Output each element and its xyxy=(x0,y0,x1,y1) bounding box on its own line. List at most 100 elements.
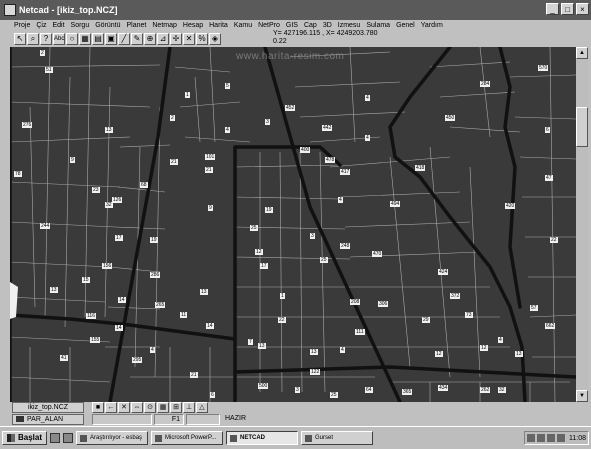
menu-proje[interactable]: Proje xyxy=(14,22,30,29)
parcel-label: 3 xyxy=(310,233,315,239)
menu-netpro[interactable]: NetPro xyxy=(258,22,280,29)
ortho-icon[interactable]: ⊥ xyxy=(183,402,195,413)
pointer-icon[interactable]: ↖ xyxy=(14,32,26,45)
menu-cap[interactable]: Cap xyxy=(304,22,317,29)
speaker-icon[interactable] xyxy=(557,434,565,442)
line-icon[interactable]: ╱ xyxy=(118,32,130,45)
menu-ciz[interactable]: Çiz xyxy=(36,22,46,29)
grid-icon[interactable]: ⊞ xyxy=(170,402,182,413)
parcel-label: 12 xyxy=(255,249,263,255)
measure-icon[interactable]: ⊿ xyxy=(157,32,169,45)
parcel-label: 4 xyxy=(340,347,345,353)
taskbar: Başlat Araştırılıyor - esbaş Microsoft P… xyxy=(0,426,591,449)
minimize-button[interactable]: _ xyxy=(546,3,559,15)
grid-icon[interactable]: ▦ xyxy=(79,32,91,45)
cross-snap-icon[interactable]: ✕ xyxy=(118,402,130,413)
select-icon[interactable]: ▣ xyxy=(105,32,117,45)
task-button-netcad[interactable]: NETCAD xyxy=(226,431,299,445)
close-button[interactable]: × xyxy=(576,3,589,15)
triangle-icon[interactable]: △ xyxy=(196,402,208,413)
maximize-button[interactable]: □ xyxy=(561,3,574,15)
target-icon[interactable]: ⊙ xyxy=(144,402,156,413)
coordinate-line-1: Y= 427196.115 , X= 4249203.780 xyxy=(273,30,378,37)
menu-kamu[interactable]: Kamu xyxy=(234,22,252,29)
snap-icon[interactable]: ◈ xyxy=(209,32,221,45)
scroll-thumb[interactable] xyxy=(576,107,588,147)
parcel-label: 21 xyxy=(170,159,178,165)
menu-genel[interactable]: Genel xyxy=(396,22,415,29)
layer-file-box[interactable]: ikiz_top.NCZ xyxy=(12,402,84,413)
task-button-browser[interactable]: Araştırılıyor - esbaş xyxy=(76,431,149,445)
menu-edit[interactable]: Edit xyxy=(52,22,64,29)
parcel-label: 11 xyxy=(180,312,188,318)
menu-hesap[interactable]: Hesap xyxy=(183,22,203,29)
scroll-up-icon[interactable]: ▲ xyxy=(576,47,588,59)
parcel-label: 1 xyxy=(185,92,190,98)
parcel-label: 248 xyxy=(340,243,351,249)
circle-icon[interactable]: ○ xyxy=(66,32,78,45)
menu-sorgu[interactable]: Sorgu xyxy=(71,22,90,29)
point-icon[interactable]: ■ xyxy=(92,402,104,413)
cross-icon[interactable]: ✕ xyxy=(183,32,195,45)
menu-harita[interactable]: Harita xyxy=(209,22,228,29)
tray-icon[interactable] xyxy=(547,434,555,442)
parcel-label: 57 xyxy=(530,305,538,311)
parcel-label: 418 xyxy=(415,165,426,171)
grid-snap-icon[interactable]: ▦ xyxy=(157,402,169,413)
layer-color-swatch xyxy=(16,416,24,423)
quicklaunch-browser-icon[interactable] xyxy=(63,433,74,443)
netcad-icon xyxy=(230,434,238,442)
clock[interactable]: 11:08 xyxy=(569,435,586,442)
parcel-label: 13 xyxy=(200,289,208,295)
status-field-3 xyxy=(186,414,220,425)
zoom-icon[interactable]: ⊕ xyxy=(144,32,156,45)
start-button[interactable]: Başlat xyxy=(2,431,48,445)
text-abc-icon[interactable]: Abc xyxy=(53,32,65,45)
layer-icon[interactable]: ▤ xyxy=(92,32,104,45)
layer-name: PAR_ALAN xyxy=(27,416,64,423)
parcel-label: 2 xyxy=(170,115,175,121)
menu-goruntu[interactable]: Görüntü xyxy=(95,22,120,29)
status-panel: ikiz_top.NCZ PAR_ALAN ■ ← ✕ ⇔ ⊙ ▦ ⊞ ⊥ △ … xyxy=(0,402,591,426)
parcel-label: 13 xyxy=(105,127,113,133)
menu-yardim[interactable]: Yardım xyxy=(421,22,443,29)
menu-planet[interactable]: Planet xyxy=(127,22,147,29)
parcel-label: 25 xyxy=(330,392,338,398)
task-button-powerpoint[interactable]: Microsoft PowerP... xyxy=(151,431,224,445)
pencil-icon[interactable]: ✎ xyxy=(131,32,143,45)
parcel-label: 19 xyxy=(150,237,158,243)
menu-gis[interactable]: GIS xyxy=(286,22,298,29)
task-label: Gurset xyxy=(315,435,334,441)
menu-netmap[interactable]: Netmap xyxy=(152,22,177,29)
vertical-scrollbar[interactable]: ▲ ▼ xyxy=(576,47,588,402)
parcel-label: 9 xyxy=(70,157,75,163)
task-label: Araştırılıyor - esbaş xyxy=(90,435,143,441)
help-icon[interactable]: ? xyxy=(40,32,52,45)
parcel-label: 265 xyxy=(155,302,166,308)
parcel-label: 68 xyxy=(140,182,148,188)
parcel-label: 424 xyxy=(438,269,449,275)
menu-izmesu[interactable]: Izmesu xyxy=(338,22,361,29)
parcel-label: 23 xyxy=(92,187,100,193)
layer-select-box[interactable]: PAR_ALAN xyxy=(12,414,84,425)
parcel-label: 41 xyxy=(60,355,68,361)
parcel-label: 1 xyxy=(280,293,285,299)
scroll-down-icon[interactable]: ▼ xyxy=(576,390,588,402)
tray-icon[interactable] xyxy=(537,434,545,442)
parcel-label: 19 xyxy=(265,207,273,213)
menu-3d[interactable]: 3D xyxy=(323,22,332,29)
task-label: NETCAD xyxy=(240,435,266,441)
percent-icon[interactable]: % xyxy=(196,32,208,45)
menu-sulama[interactable]: Sulama xyxy=(366,22,390,29)
parcel-label: 452 xyxy=(285,105,296,111)
cursor-icon[interactable]: ✢ xyxy=(170,32,182,45)
tray-icon[interactable] xyxy=(527,434,535,442)
move-icon[interactable]: ⇔ xyxy=(131,402,143,413)
parcel-label: 420 xyxy=(505,203,516,209)
arrow-left-icon[interactable]: ← xyxy=(105,402,117,413)
magnify-icon[interactable]: ⌕ xyxy=(27,32,39,45)
task-button-gurset[interactable]: Gurset xyxy=(301,431,374,445)
quicklaunch-desktop-icon[interactable] xyxy=(50,433,61,443)
parcel-label: 78 xyxy=(14,171,22,177)
map-canvas[interactable]: www.harita-resim.com 2 51 1 5 4 284 570 … xyxy=(10,47,576,402)
